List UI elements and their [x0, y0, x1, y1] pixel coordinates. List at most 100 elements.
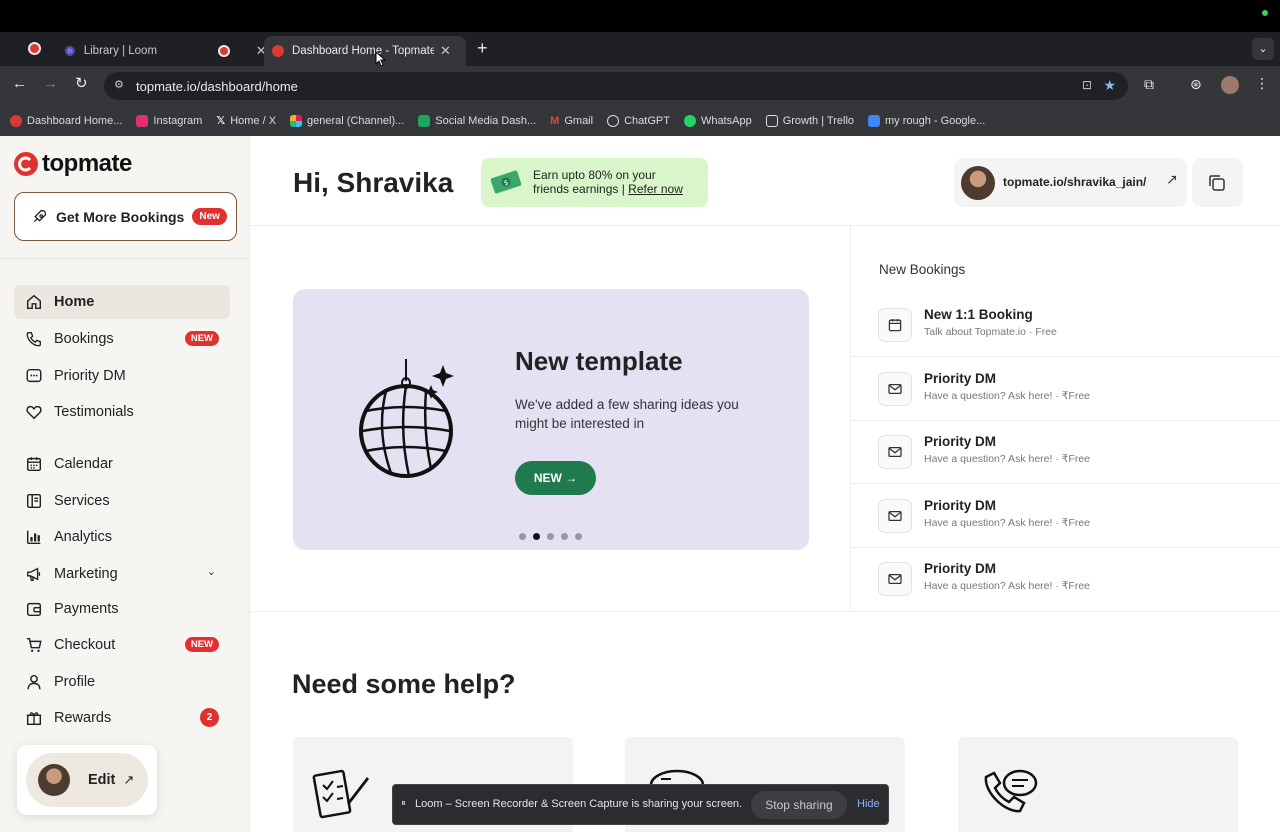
- carousel-dot[interactable]: [561, 533, 568, 540]
- stop-sharing-button[interactable]: Stop sharing: [751, 791, 847, 819]
- sidebar-item-label: Rewards: [54, 710, 112, 726]
- sidebar-item-rewards[interactable]: Rewards 2: [14, 701, 230, 735]
- help-card[interactable]: [958, 737, 1238, 832]
- bookmark-label: Social Media Dash...: [435, 114, 537, 127]
- topmate-logo-icon: [14, 152, 38, 176]
- slack-icon: [290, 114, 303, 127]
- bookmark-item[interactable]: my rough - Google...: [868, 114, 986, 127]
- carousel-dot[interactable]: [533, 533, 540, 540]
- bookmark-item[interactable]: Dashboard Home...: [10, 114, 122, 127]
- sidebar-item-calendar[interactable]: Calendar: [14, 447, 230, 481]
- new-template-button[interactable]: NEW →: [515, 461, 596, 495]
- referral-banner[interactable]: $ Earn upto 80% on your friends earnings…: [481, 158, 708, 207]
- referral-line: friends earnings |: [533, 182, 629, 196]
- booking-item[interactable]: New 1:1 Booking Talk about Topmate.io · …: [850, 294, 1280, 357]
- new-badge: New: [192, 208, 227, 225]
- booking-title: Priority DM: [924, 371, 997, 386]
- tab-search-button[interactable]: ⌄: [1252, 38, 1274, 60]
- booking-item[interactable]: Priority DM Have a question? Ask here! ·…: [850, 421, 1280, 484]
- favicon-icon: [10, 114, 22, 127]
- analytics-icon: [26, 530, 41, 545]
- bookmark-item[interactable]: 𝕏 Home / X: [216, 114, 276, 128]
- sidebar-item-home[interactable]: Home: [14, 285, 230, 319]
- install-icon[interactable]: ⊡: [1082, 78, 1092, 92]
- bookmark-item[interactable]: WhatsApp: [683, 114, 752, 127]
- tab-title: Library | Loom: [83, 45, 158, 57]
- sidebar-item-bookings[interactable]: Bookings NEW: [14, 322, 230, 356]
- sidebar-item-marketing[interactable]: Marketing ⌄: [14, 557, 230, 591]
- carousel-dot[interactable]: [547, 533, 554, 540]
- checklist-icon: [312, 769, 369, 819]
- docs-icon: [868, 114, 881, 127]
- new-pill: NEW: [184, 331, 219, 346]
- rocket-icon: [33, 209, 47, 223]
- booking-item[interactable]: Priority DM Have a question? Ask here! ·…: [850, 358, 1280, 421]
- bookmark-item[interactable]: Social Media Dash...: [418, 114, 537, 127]
- mail-icon: [878, 562, 912, 596]
- edit-profile-button[interactable]: Edit ↗: [26, 753, 148, 807]
- tab-loom[interactable]: ✺ Library | Loom ✕: [56, 36, 275, 66]
- booking-item[interactable]: Priority DM Have a question? Ask here! ·…: [850, 485, 1280, 548]
- banner-title: New template: [515, 346, 683, 376]
- carousel-dot[interactable]: [575, 533, 582, 540]
- cursor-icon: [375, 51, 387, 67]
- sync-icon[interactable]: ⊛: [1190, 76, 1202, 93]
- bookmark-label: my rough - Google...: [885, 114, 986, 127]
- sidebar-item-label: Testimonials: [54, 404, 134, 420]
- sidebar-item-testimonials[interactable]: Testimonials: [14, 395, 230, 429]
- topmate-app: topmate Get More Bookings New Home Booki…: [0, 136, 1280, 832]
- sidebar-item-label: Services: [54, 493, 110, 509]
- booking-item[interactable]: Priority DM Have a question? Ask here! ·…: [850, 548, 1280, 611]
- extensions-icon[interactable]: ⧉: [1144, 76, 1154, 93]
- chevron-down-icon[interactable]: ⌄: [207, 565, 216, 578]
- sidebar-item-label: Checkout: [54, 637, 116, 653]
- mail-icon: [878, 372, 912, 406]
- site-info-icon[interactable]: ⚙: [114, 78, 124, 91]
- bookmark-item[interactable]: Growth | Trello: [765, 114, 854, 127]
- user-avatar[interactable]: [1221, 76, 1239, 94]
- sidebar-item-profile[interactable]: Profile: [14, 665, 230, 699]
- carousel-dot[interactable]: [519, 533, 526, 540]
- help-heading: Need some help?: [292, 669, 516, 699]
- mail-icon: [878, 499, 912, 533]
- bookmark-item[interactable]: ChatGPT: [607, 114, 670, 127]
- sidebar-item-label: Home: [54, 294, 95, 310]
- close-icon[interactable]: ✕: [440, 43, 451, 59]
- count-badge: 2: [200, 708, 219, 727]
- back-icon[interactable]: ←: [12, 75, 27, 92]
- sidebar-item-checkout[interactable]: Checkout NEW: [14, 628, 230, 662]
- new-tab-button[interactable]: +: [477, 38, 488, 59]
- sidebar-item-services[interactable]: Services: [14, 484, 230, 518]
- sidebar-item-payments[interactable]: Payments: [14, 592, 230, 626]
- avatar: [961, 166, 995, 200]
- profile-link-card[interactable]: topmate.io/shravika_jain/ ↗: [954, 158, 1187, 207]
- bookmark-item[interactable]: M Gmail: [550, 115, 593, 127]
- bookmark-item[interactable]: Instagram: [136, 114, 202, 127]
- address-bar[interactable]: ⚙ topmate.io/dashboard/home ⊡ ★: [104, 72, 1128, 100]
- sidebar-item-analytics[interactable]: Analytics: [14, 520, 230, 554]
- refer-now-link[interactable]: Refer now: [628, 182, 683, 196]
- greeting: Hi, Shravika: [293, 167, 454, 198]
- bookmark-star-icon[interactable]: ★: [1103, 77, 1116, 94]
- get-more-bookings-button[interactable]: Get More Bookings New: [14, 192, 237, 241]
- tab-dashboard[interactable]: Dashboard Home - Topmate.i ✕: [264, 36, 466, 66]
- referral-text: Earn upto 80% on your friends earnings |…: [533, 168, 683, 196]
- forward-icon[interactable]: →: [43, 75, 58, 92]
- copy-link-button[interactable]: [1192, 158, 1243, 207]
- sidebar-item-label: Bookings: [54, 331, 114, 347]
- bookmark-item[interactable]: general (Channel)...: [290, 114, 404, 127]
- external-link-icon[interactable]: ↗: [1166, 171, 1178, 188]
- banner-text-line: might be interested in: [515, 416, 645, 431]
- wallet-icon: [26, 602, 42, 617]
- booking-title: Priority DM: [924, 561, 997, 576]
- avatar: [38, 764, 70, 796]
- menu-icon[interactable]: ⋮: [1255, 75, 1269, 92]
- reload-icon[interactable]: ↻: [75, 74, 88, 92]
- pause-icon: ⏸: [401, 798, 406, 809]
- divider: [0, 258, 250, 259]
- record-icon[interactable]: [28, 42, 41, 55]
- x-icon: 𝕏: [216, 115, 226, 127]
- hide-button[interactable]: Hide: [857, 798, 880, 810]
- sidebar-item-priority-dm[interactable]: Priority DM: [14, 359, 230, 393]
- brand-logo[interactable]: topmate: [14, 150, 132, 178]
